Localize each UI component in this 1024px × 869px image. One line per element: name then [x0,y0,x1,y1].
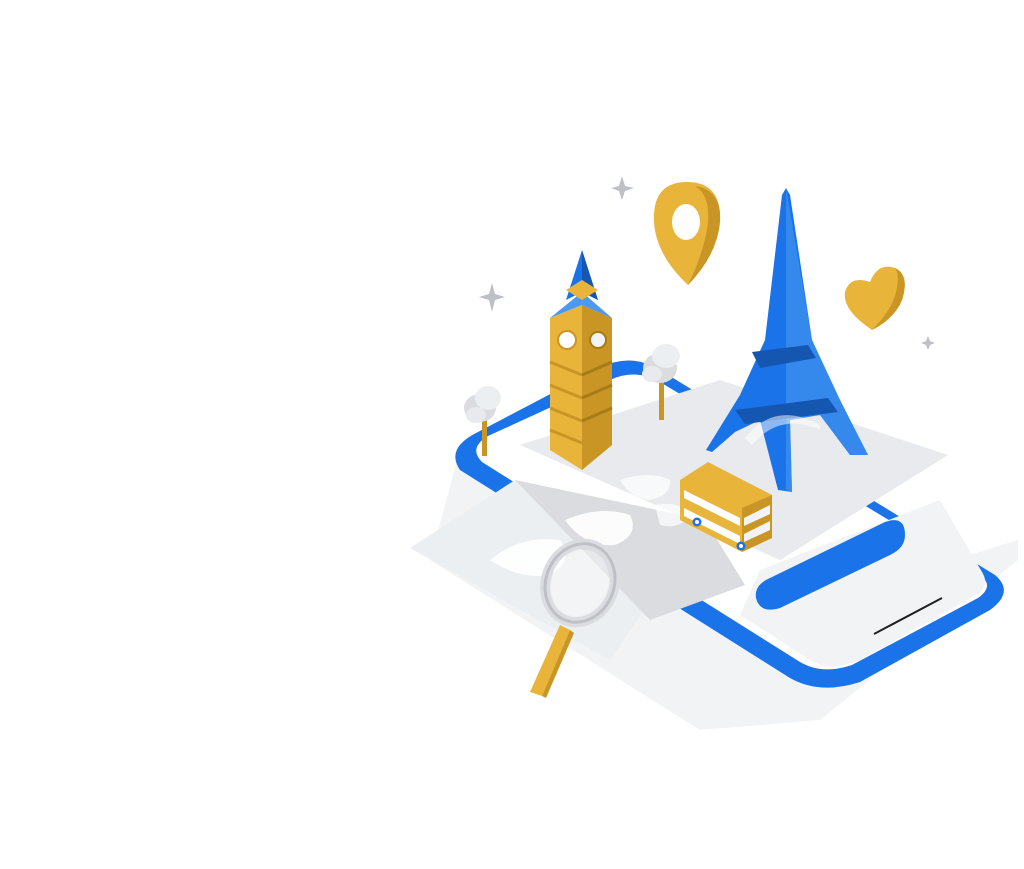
location-pin-icon [653,182,721,285]
sparkle-icon [611,176,634,200]
big-ben [549,250,613,470]
clock-face-right [589,331,607,349]
sparkle-icon [921,336,935,350]
illustration-canvas [0,0,1024,869]
clock-face-left [557,330,577,350]
travel-illustration [410,176,1018,730]
heart-icon [844,266,905,330]
sparkle-icon [479,283,505,312]
